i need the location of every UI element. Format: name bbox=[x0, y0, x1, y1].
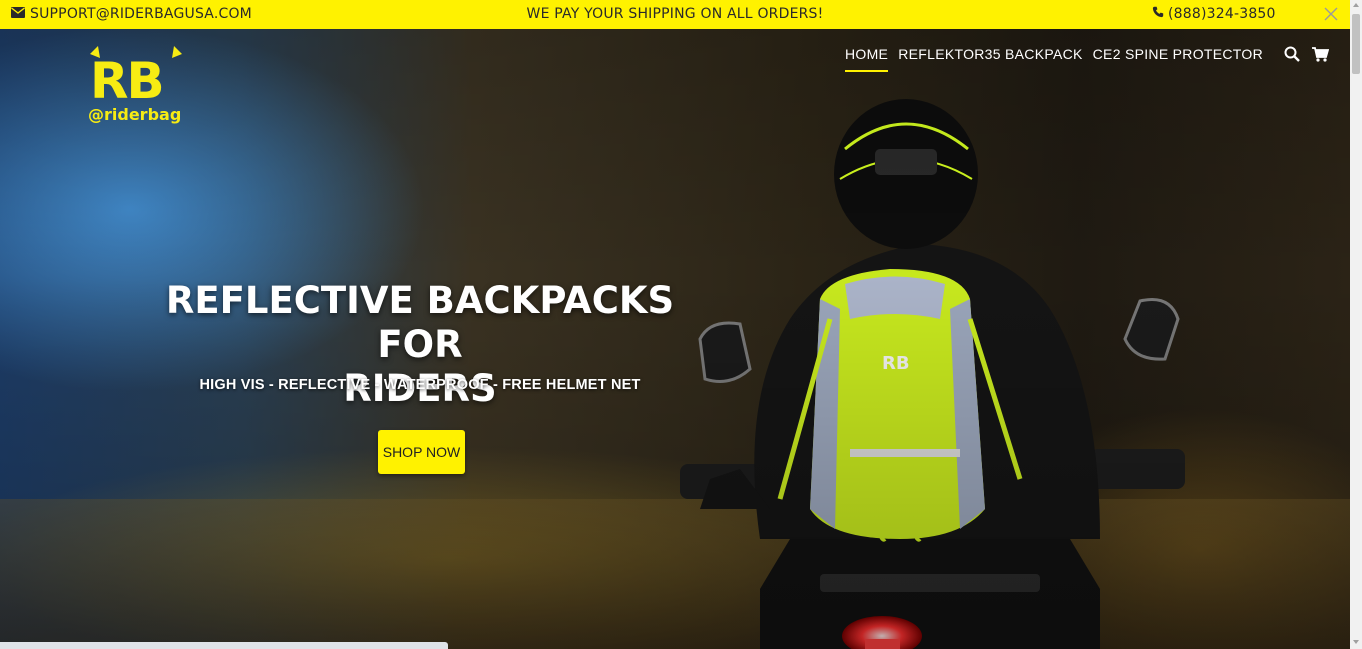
logo-handle: @riderbag bbox=[88, 105, 181, 124]
shipping-promo-text: WE PAY YOUR SHIPPING ON ALL ORDERS! bbox=[526, 6, 824, 22]
nav-item-reflektor35-backpack[interactable]: REFLEKTOR35 BACKPACK bbox=[898, 46, 1082, 68]
riderbag-logo[interactable]: RB @riderbag bbox=[88, 46, 184, 124]
scroll-down-arrow-icon[interactable] bbox=[1353, 640, 1359, 644]
scroll-up-arrow-icon[interactable] bbox=[1353, 3, 1359, 7]
close-icon bbox=[1324, 7, 1340, 21]
hero-features-text: HIGH VIS - REFLECTIVE - WATERPROOF - FRE… bbox=[199, 377, 641, 393]
logo-mark: RB @riderbag bbox=[88, 46, 182, 124]
hero-banner: RB RB @riderbag HOME REFLEKTOR35 BACKPAC… bbox=[0, 29, 1350, 649]
shop-now-button[interactable]: SHOP NOW bbox=[378, 430, 465, 474]
logo-letters: RB bbox=[90, 52, 163, 110]
nav-item-ce2-spine-protector[interactable]: CE2 SPINE PROTECTOR bbox=[1093, 46, 1263, 68]
search-icon bbox=[1284, 46, 1300, 62]
scrollbar-thumb[interactable] bbox=[1352, 14, 1360, 74]
phone-link[interactable]: (888)324-3850 bbox=[1152, 6, 1276, 22]
main-nav: HOME REFLEKTOR35 BACKPACK CE2 SPINE PROT… bbox=[845, 45, 1329, 72]
search-button[interactable] bbox=[1283, 45, 1301, 63]
phone-number-text: (888)324-3850 bbox=[1168, 6, 1276, 22]
hero-headline-line1: REFLECTIVE BACKPACKS FOR bbox=[165, 279, 675, 366]
nav-item-home[interactable]: HOME bbox=[845, 46, 889, 72]
browser-status-bar bbox=[0, 642, 448, 649]
cart-button[interactable] bbox=[1311, 45, 1329, 63]
cart-icon bbox=[1311, 46, 1329, 62]
phone-icon bbox=[1152, 6, 1164, 22]
page-scrollbar[interactable] bbox=[1350, 0, 1362, 649]
announcement-bar: SUPPORT@RIDERBAGUSA.COM WE PAY YOUR SHIP… bbox=[0, 0, 1350, 29]
close-announcement-button[interactable] bbox=[1324, 7, 1340, 23]
